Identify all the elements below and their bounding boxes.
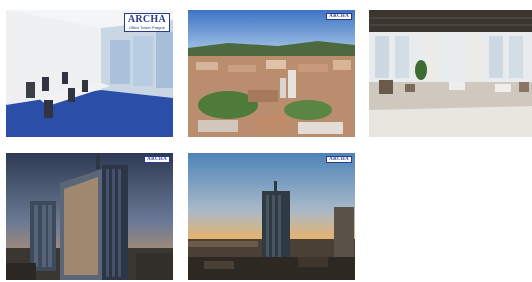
image-gallery: ARCHA Office Tower Prague ARCHA ARCHA AR… <box>0 0 532 282</box>
brand-logo-text: ARCHA <box>127 14 166 25</box>
city-aerial-photo <box>188 10 355 137</box>
brand-badge: ARCHA <box>326 13 352 20</box>
thumbnail-city-aerial[interactable]: ARCHA <box>188 10 355 137</box>
brand-badge: ARCHA <box>326 156 352 163</box>
brand-badge: ARCHA Office Tower Prague <box>123 13 170 32</box>
tower-dusk-photo <box>6 153 173 280</box>
tower-sunset-photo <box>188 153 355 280</box>
thumbnail-meeting-room[interactable]: ARCHA Office Tower Prague <box>6 10 173 137</box>
brand-logo-text: ARCHA <box>329 157 349 162</box>
brand-logo-text: ARCHA <box>147 157 167 162</box>
thumbnail-tower-dusk[interactable]: ARCHA <box>6 153 173 280</box>
thumbnail-tower-sunset[interactable]: ARCHA <box>188 153 355 280</box>
thumbnail-open-office[interactable] <box>369 10 532 137</box>
brand-badge: ARCHA <box>144 156 170 163</box>
brand-tagline: Office Tower Prague <box>128 25 165 30</box>
brand-logo-text: ARCHA <box>329 14 349 19</box>
open-office-photo <box>369 10 532 137</box>
